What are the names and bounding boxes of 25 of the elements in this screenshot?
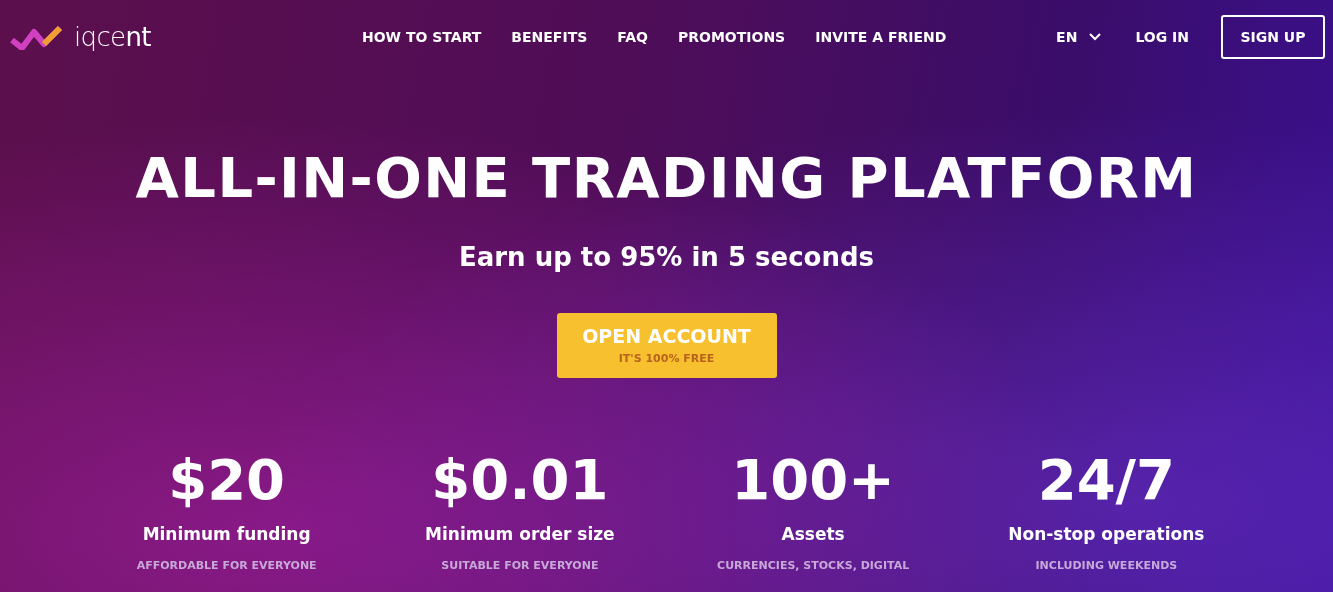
hero-subtitle: Earn up to 95% in 5 seconds (458, 241, 875, 274)
stat-note: INCLUDING WEEKENDS (1035, 557, 1178, 574)
stat-value: $20 (168, 452, 286, 508)
nav-link[interactable]: INVITE A FRIEND (815, 26, 947, 48)
nav-link[interactable]: PROMOTIONS (677, 26, 786, 48)
signup-button[interactable]: SIGN UP (1221, 15, 1325, 59)
stat-value: 24/7 (1037, 452, 1176, 508)
nav-link[interactable]: BENEFITS (511, 26, 588, 48)
hero-title: ALL-IN-ONE TRADING PLATFORM (135, 150, 1198, 206)
stat-note: SUITABLE FOR EVERYONE (441, 557, 599, 574)
logo-icon (10, 24, 64, 50)
stat-value: 100+ (731, 452, 896, 508)
nav-link[interactable]: FAQ (617, 26, 648, 48)
login-link[interactable]: LOG IN (1135, 26, 1189, 48)
stat-value: $0.01 (431, 452, 609, 508)
stat-note: AFFORDABLE FOR EVERYONE (136, 557, 317, 574)
nav-link[interactable]: HOW TO START (362, 26, 482, 48)
logo-text: iqcent (74, 20, 151, 54)
stat-label: Non-stop operations (1008, 523, 1205, 546)
stat-note: CURRENCIES, STOCKS, DIGITAL (717, 557, 910, 574)
stat-label: Minimum funding (142, 523, 311, 546)
stat-label: Minimum order size (425, 523, 615, 546)
language-selector[interactable]: EN (1056, 26, 1102, 48)
chevron-down-icon (1089, 33, 1102, 41)
stat-label: Assets (781, 523, 845, 546)
